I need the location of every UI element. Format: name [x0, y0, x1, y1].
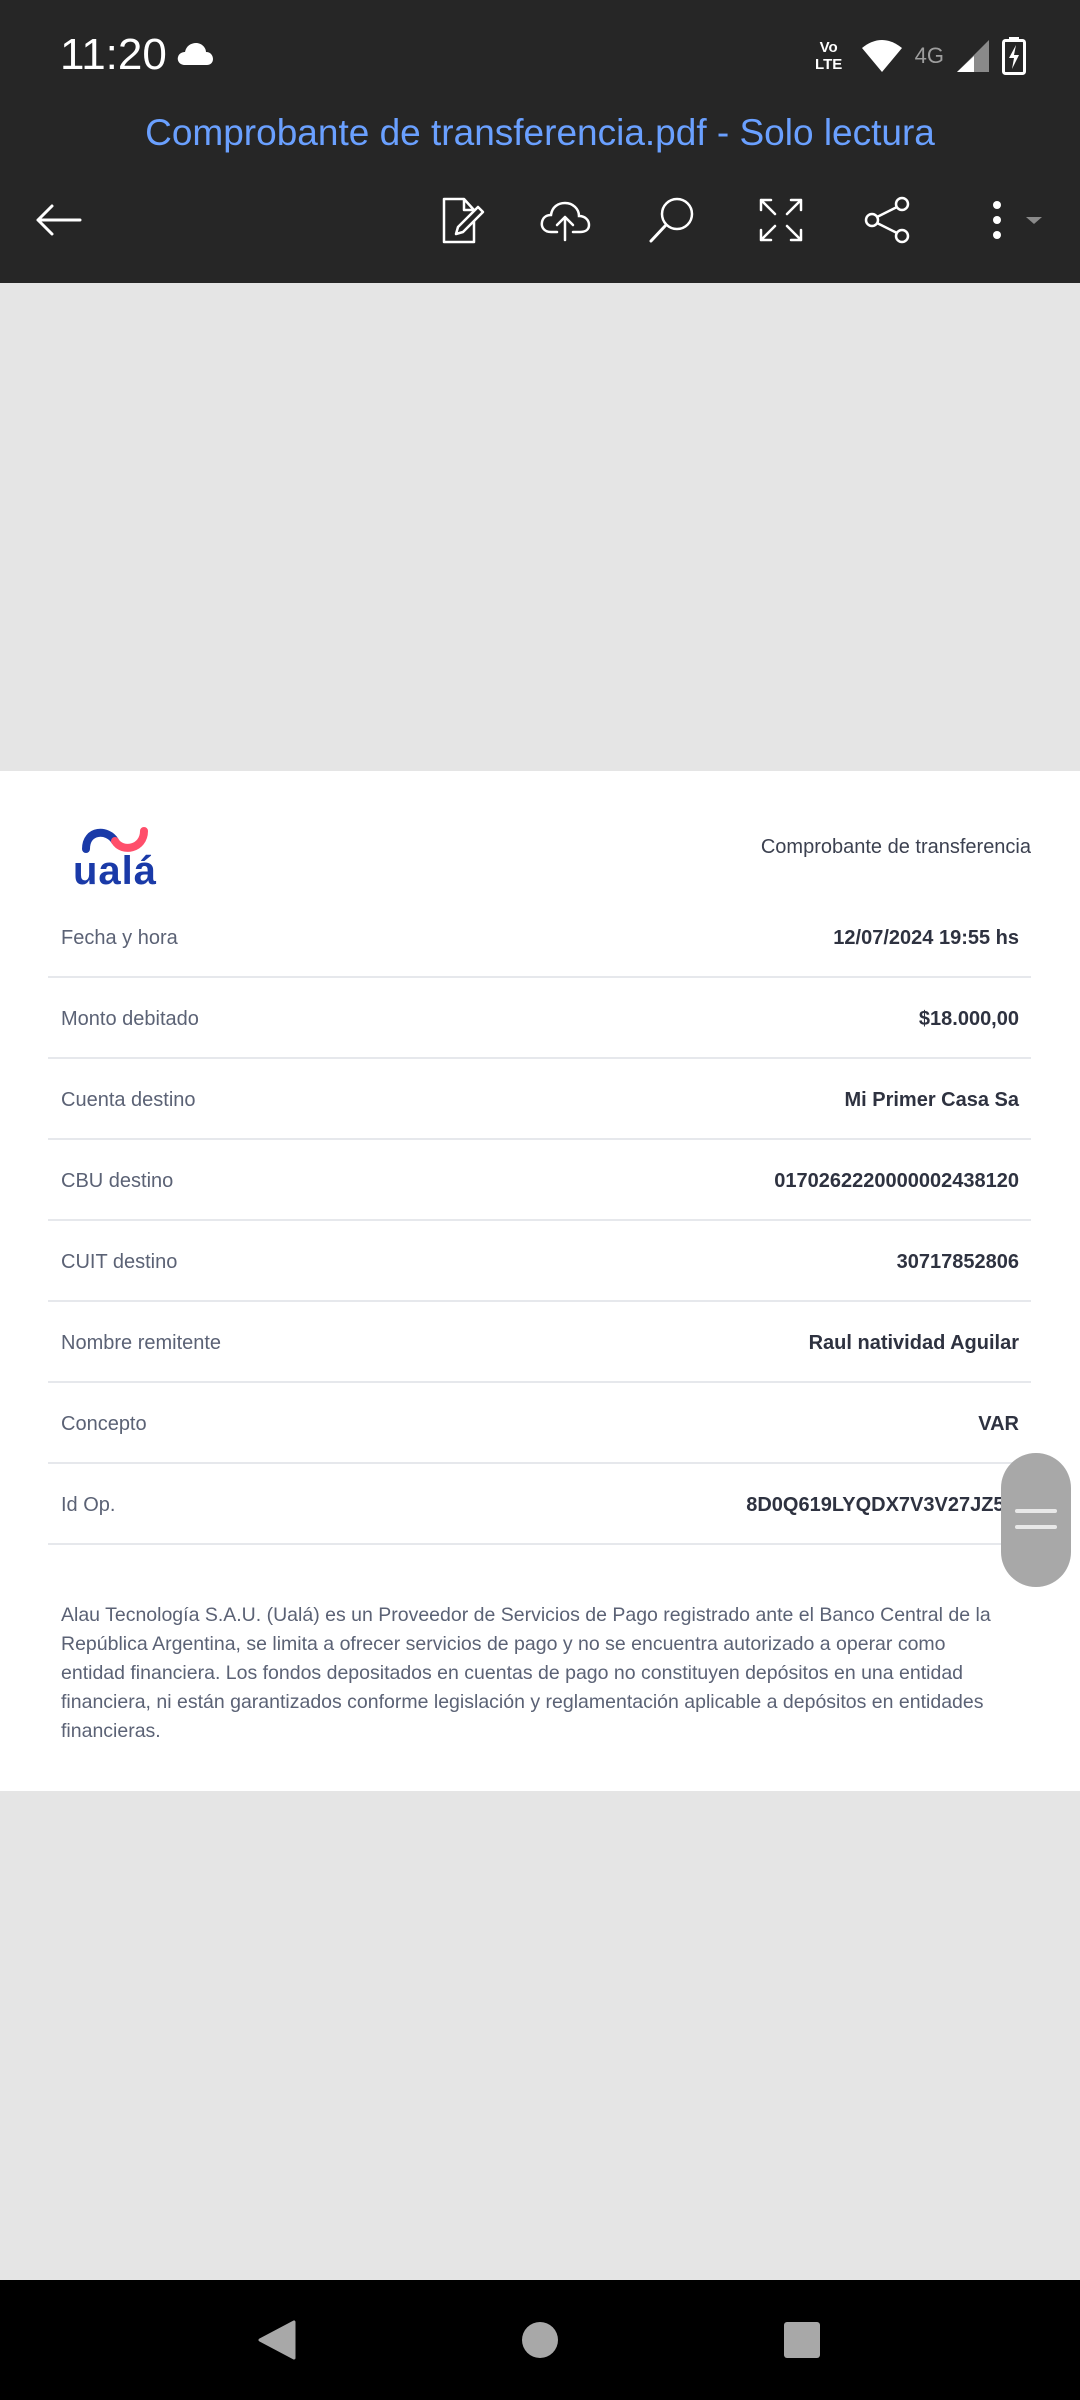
fullscreen-button[interactable] — [753, 192, 809, 248]
wifi-icon — [861, 40, 902, 72]
row-value: 30717852806 — [896, 1251, 1019, 1273]
row-value: 8D0Q619LYQDX7V3V27JZ5R — [746, 1494, 1019, 1516]
row-label: Fecha y hora — [61, 927, 178, 949]
row-value: $18.000,00 — [918, 1008, 1019, 1030]
search-icon — [649, 197, 694, 243]
row-label: CBU destino — [61, 1170, 174, 1192]
row-cbu: CBU destino 0170262220000002438120 — [48, 1140, 1031, 1221]
volte-indicator: Vo LTE — [815, 39, 843, 73]
nav-recents-button[interactable] — [778, 2316, 826, 2364]
fast-scroll-handle[interactable] — [1001, 1453, 1071, 1587]
uala-logo-text: ualá — [72, 849, 158, 893]
system-icons: Vo LTE 4G — [809, 34, 1026, 78]
row-value: Mi Primer Casa Sa — [844, 1089, 1019, 1111]
row-cuenta: Cuenta destino Mi Primer Casa Sa — [48, 1059, 1031, 1140]
edit-icon — [442, 197, 485, 244]
signal-icon — [957, 40, 989, 72]
pdf-page: ualá Comprobante de transferencia Fecha … — [0, 771, 1080, 1791]
edit-button[interactable] — [432, 192, 488, 248]
network-type: 4G — [914, 43, 944, 68]
row-value: 12/07/2024 19:55 hs — [833, 927, 1019, 949]
handle-grip-line — [1015, 1525, 1057, 1529]
navigation-bar — [0, 2280, 1080, 2400]
row-fecha: Fecha y hora 12/07/2024 19:55 hs — [48, 897, 1031, 978]
row-label: Cuenta destino — [61, 1089, 196, 1111]
row-label: Monto debitado — [61, 1008, 199, 1030]
more-icon — [993, 201, 1042, 239]
row-label: CUIT destino — [61, 1251, 178, 1273]
row-cuit: CUIT destino 30717852806 — [48, 1221, 1031, 1302]
upload-button[interactable] — [537, 192, 593, 248]
row-label: Nombre remitente — [61, 1332, 222, 1354]
fullscreen-icon — [759, 198, 803, 242]
share-icon — [864, 196, 910, 244]
search-button[interactable] — [644, 192, 700, 248]
row-concepto: Concepto VAR — [48, 1383, 1031, 1464]
row-label: Concepto — [61, 1413, 147, 1435]
legal-disclaimer: Alau Tecnología S.A.U. (Ualá) es un Prov… — [61, 1604, 991, 1742]
cloud-upload-icon — [540, 201, 591, 242]
cloud-icon — [177, 43, 213, 65]
row-id-op: Id Op. 8D0Q619LYQDX7V3V27JZ5R — [48, 1464, 1031, 1545]
battery-icon — [1002, 37, 1026, 75]
handle-grip-line — [1015, 1509, 1057, 1513]
share-button[interactable] — [860, 192, 916, 248]
receipt-heading: Comprobante de transferencia — [760, 836, 1031, 858]
row-value: 0170262220000002438120 — [774, 1170, 1019, 1192]
row-remitente: Nombre remitente Raul natividad Aguilar — [48, 1302, 1031, 1383]
back-button[interactable] — [30, 192, 86, 248]
back-arrow-icon — [36, 204, 82, 236]
row-value: Raul natividad Aguilar — [808, 1332, 1019, 1354]
clock: 11:20 — [60, 30, 167, 79]
nav-home-icon — [522, 2322, 558, 2358]
nav-back-button[interactable] — [254, 2316, 302, 2364]
status-bar: 11:20 Vo LTE 4G — [0, 0, 1080, 110]
nav-home-button[interactable] — [516, 2316, 564, 2364]
nav-recents-icon — [784, 2322, 820, 2358]
nav-back-icon — [258, 2320, 296, 2360]
more-button[interactable] — [980, 192, 1050, 248]
uala-logo: ualá — [70, 819, 160, 894]
row-label: Id Op. — [61, 1494, 116, 1516]
app-bar: 11:20 Vo LTE 4G Comprobante de transfere… — [0, 0, 1080, 283]
row-monto: Monto debitado $18.000,00 — [48, 978, 1031, 1059]
document-title: Comprobante de transferencia.pdf - Solo … — [145, 112, 935, 153]
row-value: VAR — [978, 1413, 1019, 1435]
